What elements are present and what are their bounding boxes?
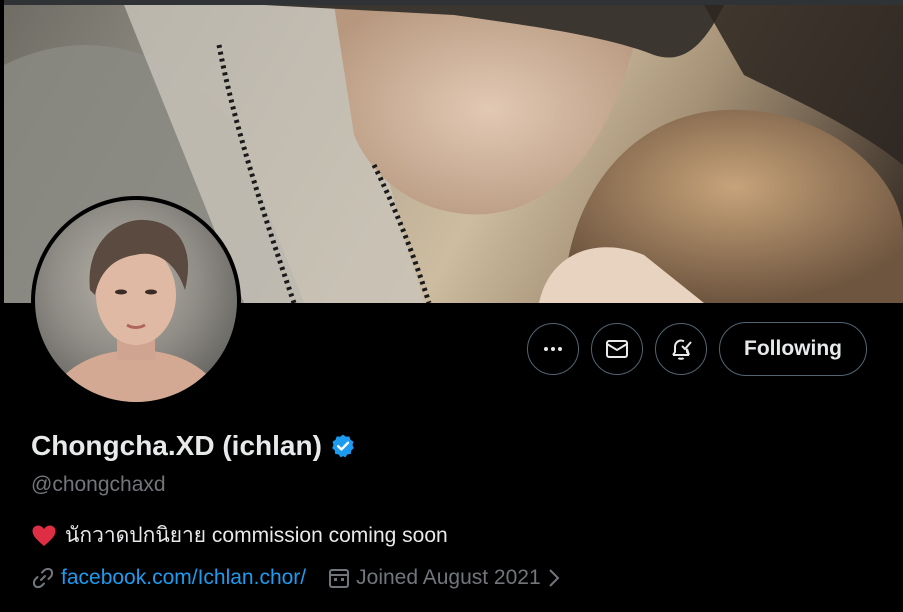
following-button[interactable]: Following [719, 322, 867, 376]
verified-badge-icon[interactable] [330, 433, 356, 459]
handle: @chongchaxd [31, 473, 166, 496]
bio: นักวาดปกนิยาย commission coming soon [31, 519, 448, 552]
bell-check-icon [668, 336, 694, 362]
more-options-button[interactable] [527, 323, 579, 375]
link-icon [31, 566, 55, 590]
red-heart-icon [31, 524, 57, 548]
notifications-button[interactable] [655, 323, 707, 375]
bio-text: นักวาดปกนิยาย commission coming soon [65, 524, 448, 547]
name-row: Chongcha.XD (ichlan) [31, 430, 356, 462]
chevron-right-icon[interactable] [547, 568, 561, 588]
display-name: Chongcha.XD (ichlan) [31, 430, 322, 461]
avatar[interactable] [35, 200, 237, 402]
profile-actions: Following [527, 322, 867, 376]
avatar-frame [31, 196, 241, 406]
following-label: Following [744, 337, 842, 360]
envelope-icon [605, 337, 629, 361]
more-horizontal-icon [542, 338, 564, 360]
calendar-icon [328, 567, 350, 589]
message-button[interactable] [591, 323, 643, 375]
joined-date: Joined August 2021 [356, 566, 541, 589]
profile-meta: facebook.com/Ichlan.chor/ Joined August … [31, 566, 561, 590]
website-link[interactable]: facebook.com/Ichlan.chor/ [61, 566, 306, 590]
